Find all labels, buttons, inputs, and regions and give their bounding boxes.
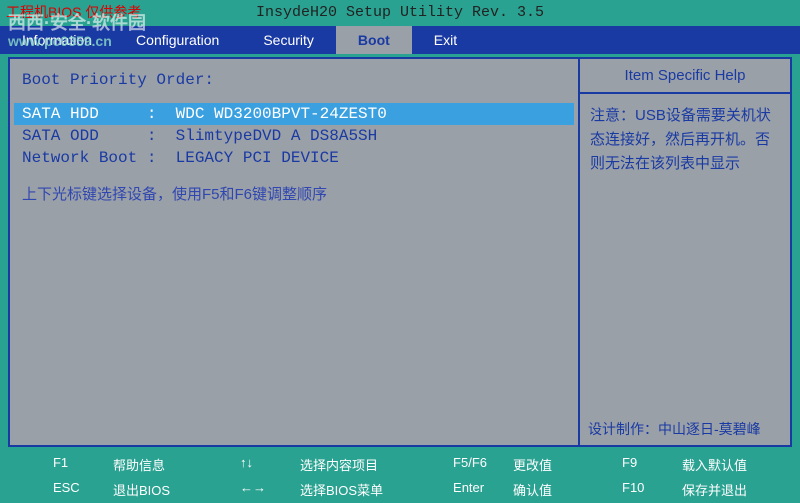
legend-row: ←→ 选择BIOS菜单 xyxy=(240,480,383,499)
boot-order-pane: Boot Priority Order: SATA HDD : WDC WD32… xyxy=(10,59,580,445)
legend-row: ESC 退出BIOS xyxy=(53,480,170,499)
legend-key: Enter xyxy=(453,480,499,499)
legend-key: F10 xyxy=(622,480,668,499)
boot-row[interactable]: SATA HDD : WDC WD3200BPVT-24ZEST0 xyxy=(14,103,574,125)
key-legend: F1 帮助信息 ESC 退出BIOS ↑↓ 选择内容项目 ←→ 选择BIOS菜单 F5/F6 更改… xyxy=(0,447,800,503)
menu-item-security[interactable]: Security xyxy=(241,26,336,54)
legend-row: ↑↓ 选择内容项目 xyxy=(240,455,383,474)
legend-column: ↑↓ 选择内容项目 ←→ 选择BIOS菜单 xyxy=(240,455,383,499)
legend-label: 退出BIOS xyxy=(113,480,170,499)
legend-key: F9 xyxy=(622,455,668,474)
legend-key: ←→ xyxy=(240,480,286,499)
legend-label: 载入默认值 xyxy=(682,455,747,474)
legend-column: F9 载入默认值 F10 保存并退出 xyxy=(622,455,747,499)
legend-column: F1 帮助信息 ESC 退出BIOS xyxy=(53,455,170,499)
help-body: 注意：USB设备需要关机状态连接好，然后再开机。否则无法在该列表中显示 xyxy=(580,94,790,413)
legend-label: 帮助信息 xyxy=(113,455,165,474)
usage-hint: 上下光标键选择设备，使用F5和F6键调整顺序 xyxy=(14,169,574,218)
boot-row[interactable]: Network Boot : LEGACY PCI DEVICE xyxy=(14,147,574,169)
help-title: Item Specific Help xyxy=(580,59,790,94)
credit-text: 设计制作：中山逐日-莫碧峰 xyxy=(580,413,790,445)
section-title: Boot Priority Order: xyxy=(14,69,574,103)
legend-label: 选择内容项目 xyxy=(300,455,378,474)
boot-row[interactable]: SATA ODD : SlimtypeDVD A DS8A5SH xyxy=(14,125,574,147)
legend-key: ESC xyxy=(53,480,99,499)
menu-item-information[interactable]: Information xyxy=(0,26,114,54)
legend-label: 选择BIOS菜单 xyxy=(300,480,383,499)
menu-item-boot[interactable]: Boot xyxy=(336,26,412,54)
legend-row: Enter 确认值 xyxy=(453,480,552,499)
legend-key: F5/F6 xyxy=(453,455,499,474)
menu-item-exit[interactable]: Exit xyxy=(412,26,479,54)
legend-label: 保存并退出 xyxy=(682,480,747,499)
menu-item-configuration[interactable]: Configuration xyxy=(114,26,241,54)
help-pane: Item Specific Help 注意：USB设备需要关机状态连接好，然后再… xyxy=(580,59,790,445)
menu-bar: InformationConfigurationSecurityBootExit xyxy=(0,26,800,54)
legend-key: F1 xyxy=(53,455,99,474)
legend-column: F5/F6 更改值 Enter 确认值 xyxy=(453,455,552,499)
reference-annotation: 工程机BIOS 仅供参考 xyxy=(6,2,141,22)
legend-key: ↑↓ xyxy=(240,455,286,474)
legend-row: F10 保存并退出 xyxy=(622,480,747,499)
legend-label: 更改值 xyxy=(513,455,552,474)
body-area: Boot Priority Order: SATA HDD : WDC WD32… xyxy=(8,57,792,447)
legend-label: 确认值 xyxy=(513,480,552,499)
legend-row: F1 帮助信息 xyxy=(53,455,170,474)
legend-row: F9 载入默认值 xyxy=(622,455,747,474)
legend-row: F5/F6 更改值 xyxy=(453,455,552,474)
